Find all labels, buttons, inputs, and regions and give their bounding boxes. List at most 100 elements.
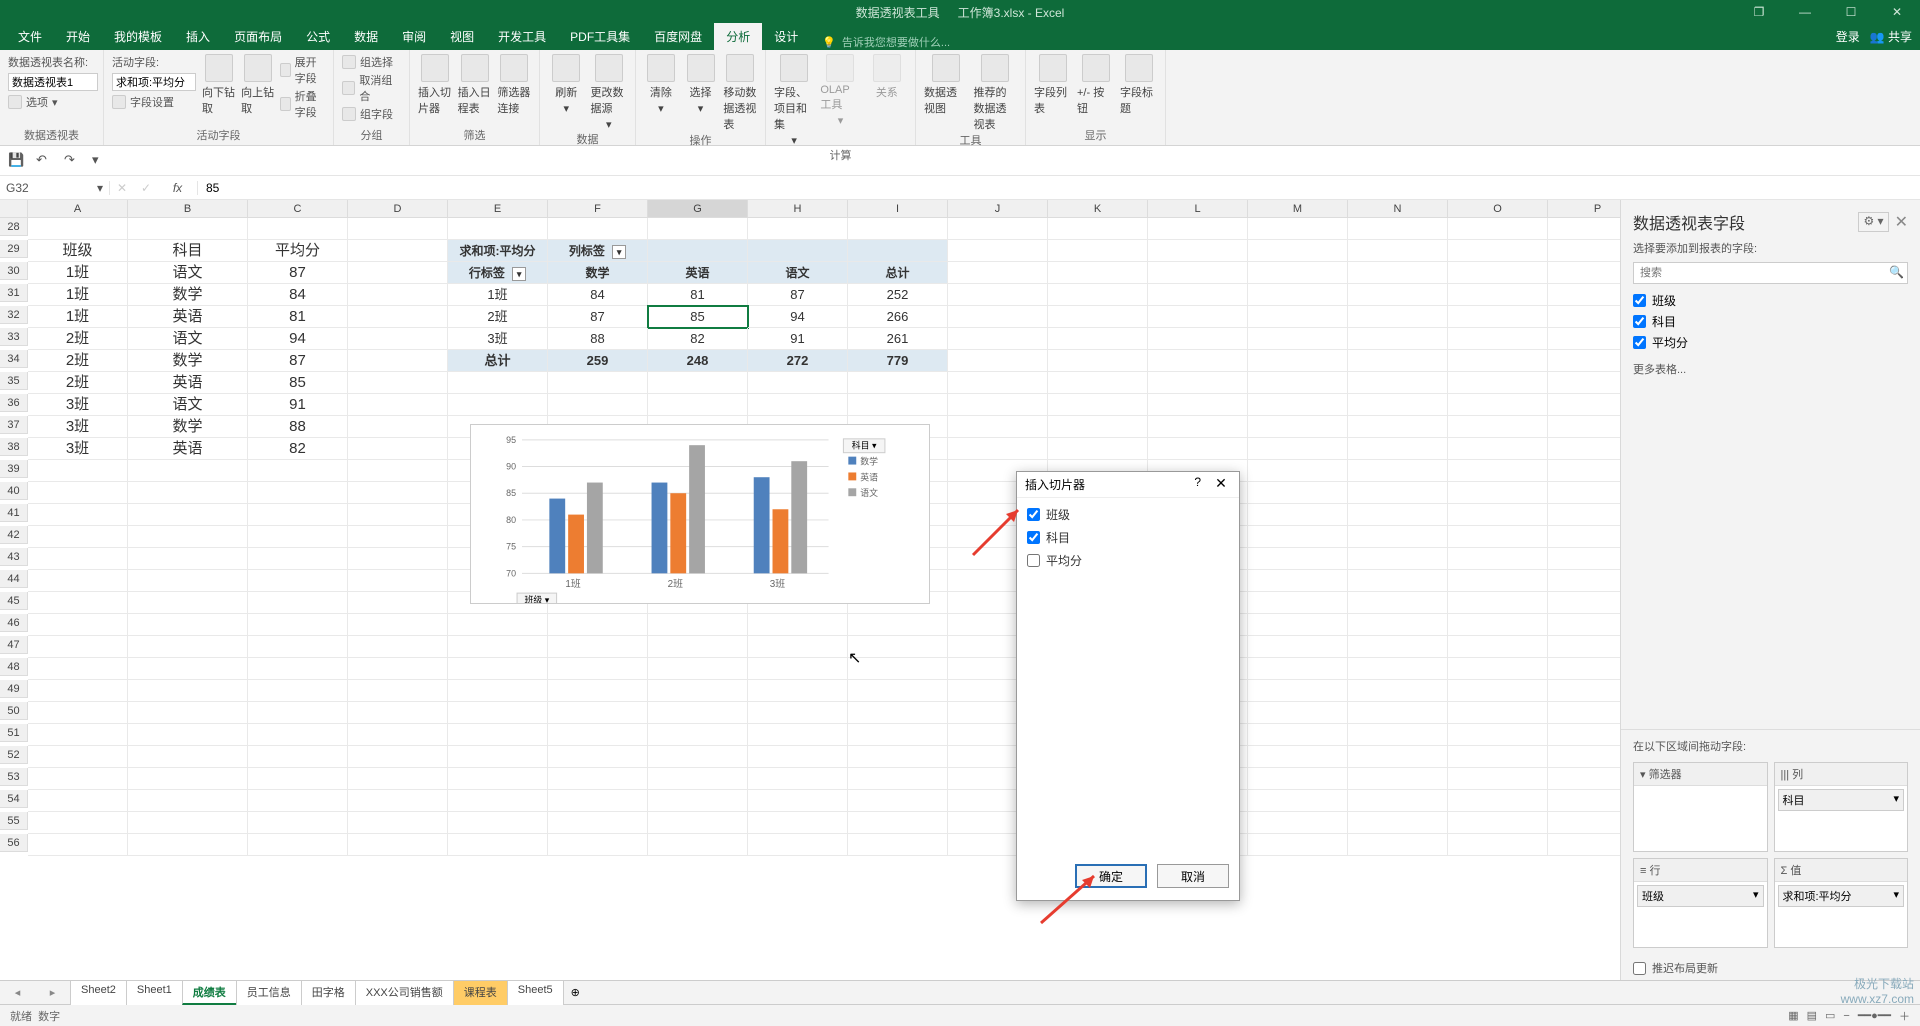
cell[interactable] xyxy=(1348,592,1448,614)
cell[interactable] xyxy=(548,790,648,812)
tab-analyze[interactable]: 分析 xyxy=(714,23,762,50)
col-header[interactable]: G xyxy=(648,200,748,218)
cell[interactable] xyxy=(348,526,448,548)
cell[interactable] xyxy=(948,438,1048,460)
cell[interactable]: 272 xyxy=(748,350,848,372)
collapse-field[interactable]: 折叠字段 xyxy=(280,88,325,120)
cell[interactable] xyxy=(28,504,128,526)
cell[interactable] xyxy=(448,394,548,416)
pivot-chart-button[interactable]: 数据透视图 xyxy=(924,54,968,116)
cell[interactable] xyxy=(548,658,648,680)
cell[interactable] xyxy=(1448,328,1548,350)
cell[interactable] xyxy=(1248,614,1348,636)
row-filter-icon[interactable]: ▾ xyxy=(512,267,526,281)
row-header[interactable]: 39 xyxy=(0,460,28,478)
cell[interactable] xyxy=(348,328,448,350)
change-source-button[interactable]: 更改数据源▾ xyxy=(591,54,628,131)
cell[interactable] xyxy=(848,812,948,834)
cell[interactable] xyxy=(1548,636,1620,658)
cell[interactable] xyxy=(548,372,648,394)
cell[interactable] xyxy=(848,394,948,416)
cell[interactable] xyxy=(248,592,348,614)
row-header[interactable]: 45 xyxy=(0,592,28,610)
drill-up-button[interactable]: 向上钻取 xyxy=(241,54,274,116)
cell[interactable] xyxy=(1548,504,1620,526)
area-rows[interactable]: ≡ 行班级▾ xyxy=(1633,858,1768,948)
cell[interactable] xyxy=(1048,306,1148,328)
row-header[interactable]: 44 xyxy=(0,570,28,588)
close-icon[interactable]: ✕ xyxy=(1874,0,1920,24)
maximize-icon[interactable]: ☐ xyxy=(1828,0,1874,24)
cell[interactable] xyxy=(548,724,648,746)
cell[interactable] xyxy=(1348,460,1448,482)
cell[interactable] xyxy=(1248,570,1348,592)
tab-nav-last-icon[interactable]: ▸ xyxy=(50,986,56,999)
cell[interactable]: 行标签 ▾ xyxy=(448,262,548,284)
cell[interactable] xyxy=(1348,482,1448,504)
cell[interactable]: 2班 xyxy=(448,306,548,328)
cell[interactable] xyxy=(248,658,348,680)
cell[interactable]: 82 xyxy=(248,438,348,460)
pivot-chart[interactable]: 7075808590951班2班3班科目 ▾数学英语语文班级 ▾ xyxy=(470,424,930,604)
area-values[interactable]: Σ 值求和项:平均分▾ xyxy=(1774,858,1909,948)
cell[interactable] xyxy=(128,658,248,680)
cell[interactable] xyxy=(28,680,128,702)
cell[interactable] xyxy=(128,526,248,548)
cell[interactable] xyxy=(1248,790,1348,812)
cell[interactable] xyxy=(1448,526,1548,548)
cell[interactable] xyxy=(348,768,448,790)
cell[interactable] xyxy=(1348,526,1448,548)
cell[interactable] xyxy=(1048,394,1148,416)
cell[interactable] xyxy=(948,306,1048,328)
cell[interactable] xyxy=(1348,240,1448,262)
cell[interactable] xyxy=(1248,394,1348,416)
plusminus-button[interactable]: +/- 按钮 xyxy=(1077,54,1114,116)
cell[interactable] xyxy=(1448,636,1548,658)
cell[interactable] xyxy=(28,548,128,570)
cell[interactable]: 88 xyxy=(248,416,348,438)
fields-pane-gear-icon[interactable]: ⚙ ▾ xyxy=(1858,212,1888,232)
cell[interactable]: 英语 xyxy=(128,372,248,394)
tab-insert[interactable]: 插入 xyxy=(174,23,222,50)
cell[interactable] xyxy=(448,658,548,680)
cell[interactable]: 81 xyxy=(648,284,748,306)
row-header[interactable]: 56 xyxy=(0,834,28,852)
tell-me[interactable]: 💡 告诉我您想要做什么... xyxy=(822,34,950,50)
cell[interactable] xyxy=(548,218,648,240)
cell[interactable] xyxy=(1048,262,1148,284)
cell[interactable] xyxy=(648,372,748,394)
cell[interactable] xyxy=(1048,438,1148,460)
col-header[interactable]: J xyxy=(948,200,1048,218)
cell[interactable] xyxy=(128,218,248,240)
cell[interactable] xyxy=(1348,262,1448,284)
cell[interactable] xyxy=(1448,394,1548,416)
cell[interactable] xyxy=(548,636,648,658)
cell[interactable] xyxy=(348,548,448,570)
row-item[interactable]: 班级▾ xyxy=(1637,885,1764,907)
cell[interactable]: 3班 xyxy=(28,438,128,460)
cell[interactable] xyxy=(648,724,748,746)
cell[interactable] xyxy=(128,702,248,724)
cell[interactable] xyxy=(748,658,848,680)
cell[interactable] xyxy=(1248,328,1348,350)
cell[interactable]: 语文 xyxy=(128,262,248,284)
row-header[interactable]: 41 xyxy=(0,504,28,522)
cell[interactable] xyxy=(1148,394,1248,416)
cell[interactable] xyxy=(448,680,548,702)
cell[interactable] xyxy=(348,482,448,504)
cell[interactable] xyxy=(1548,350,1620,372)
cell[interactable] xyxy=(1248,218,1348,240)
tab-file[interactable]: 文件 xyxy=(6,23,54,50)
cell[interactable] xyxy=(1048,350,1148,372)
defer-layout-checkbox[interactable] xyxy=(1633,962,1646,975)
row-header[interactable]: 33 xyxy=(0,328,28,346)
cell[interactable] xyxy=(848,658,948,680)
cell[interactable] xyxy=(1148,438,1248,460)
cell[interactable] xyxy=(748,636,848,658)
cell[interactable] xyxy=(28,526,128,548)
cell[interactable] xyxy=(748,746,848,768)
cell[interactable] xyxy=(28,636,128,658)
col-header[interactable]: D xyxy=(348,200,448,218)
cell[interactable] xyxy=(1048,218,1148,240)
cell[interactable] xyxy=(848,768,948,790)
